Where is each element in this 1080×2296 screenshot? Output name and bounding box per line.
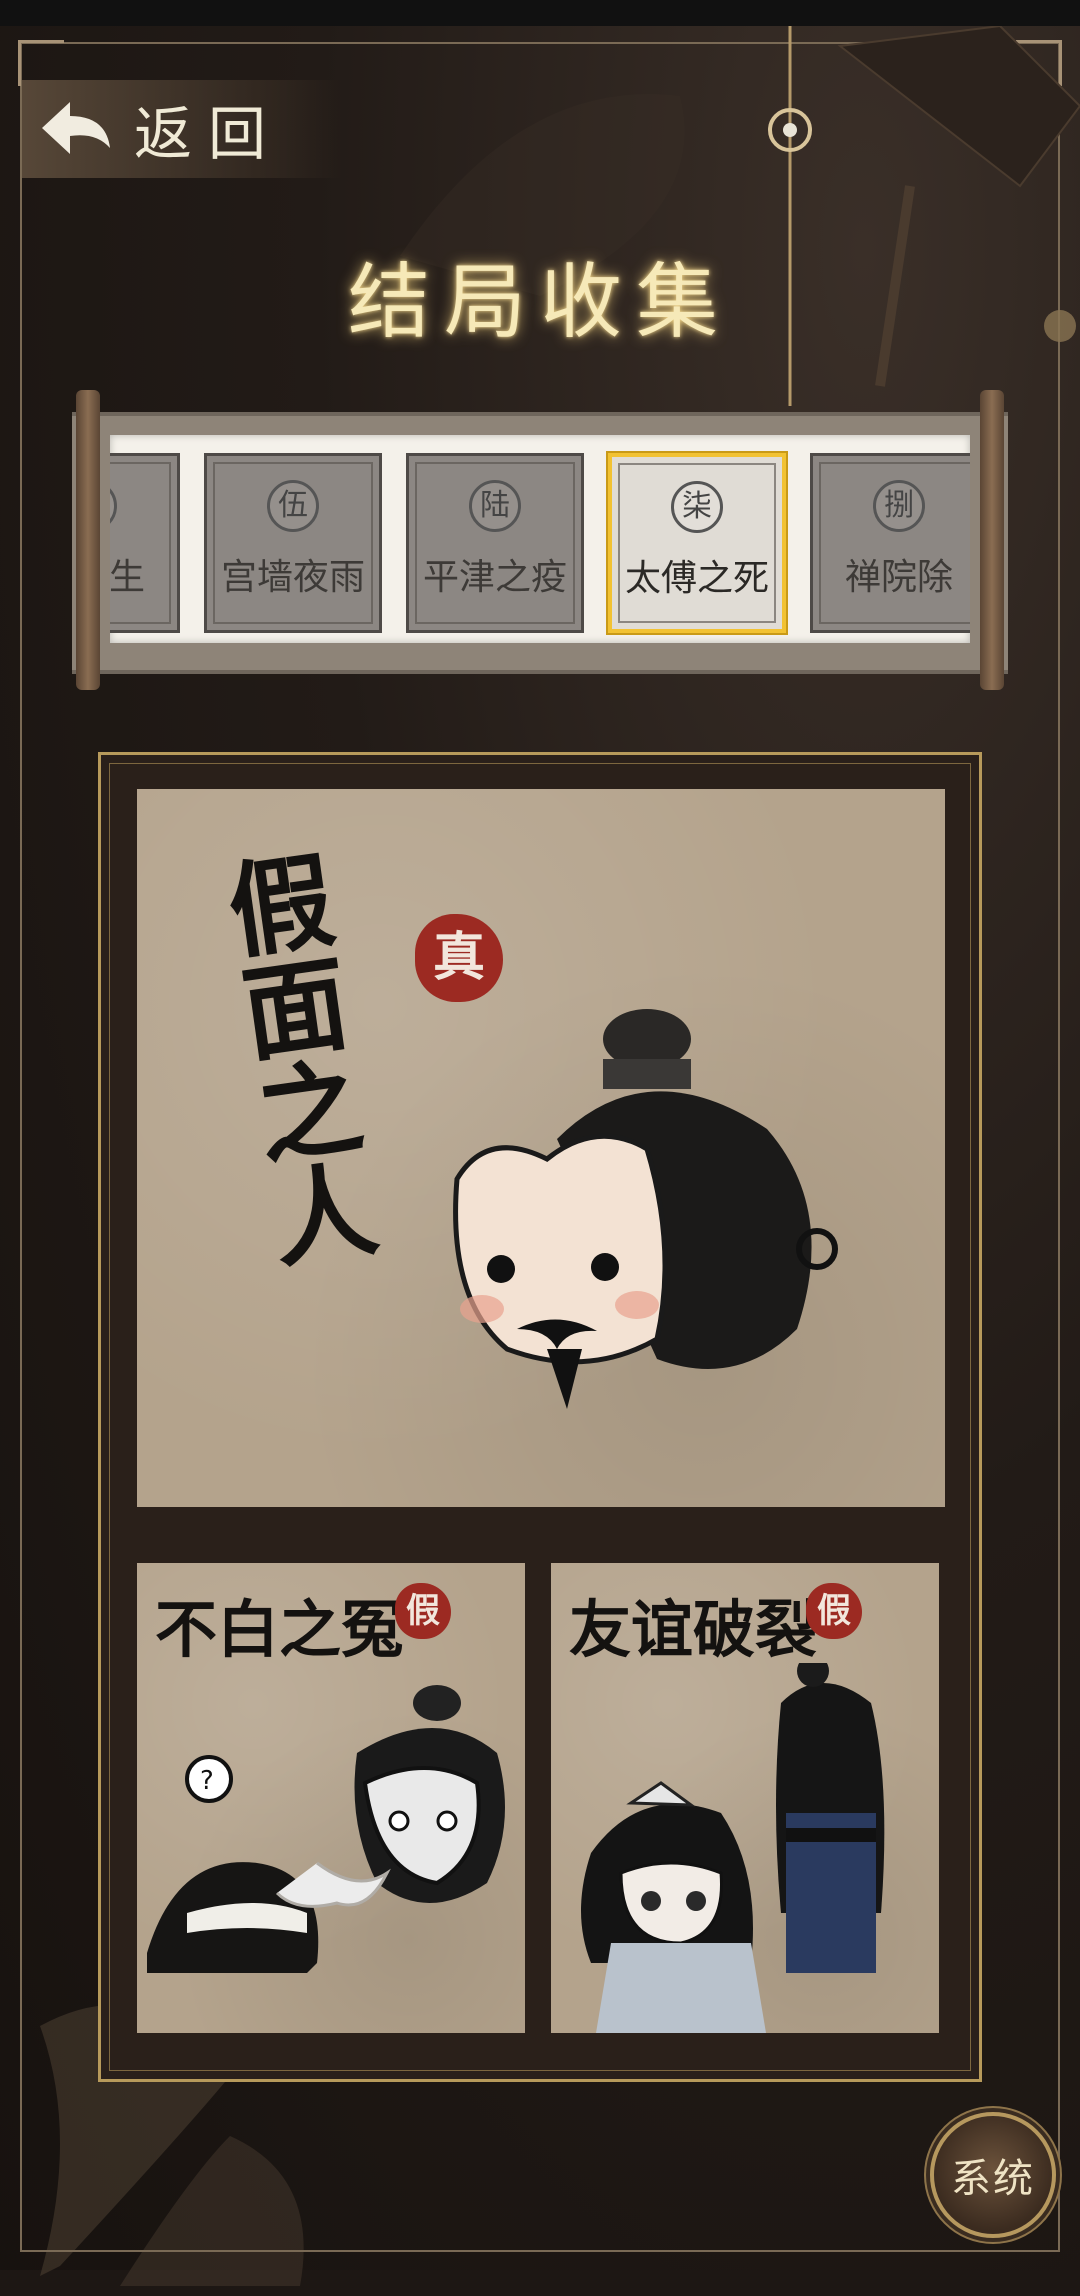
system-menu-button[interactable]: 系统 bbox=[930, 2112, 1056, 2238]
chapter-title: 平津之疫 bbox=[422, 557, 567, 598]
false-ending-seal: 假 bbox=[806, 1583, 862, 1639]
ending-card-main[interactable]: 假面之人 真 bbox=[137, 789, 945, 1507]
svg-text:?: ? bbox=[200, 1766, 214, 1796]
chapter-card[interactable]: 捌 禅院除 bbox=[810, 453, 970, 633]
chapter-title: 太傅之死 bbox=[624, 558, 769, 599]
chapter-selector[interactable]: 肆 莲托生 伍 宫墙夜雨 陆 平津之疫 柒 太傅之死 捌 禅院除 bbox=[110, 435, 970, 643]
chapter-card[interactable]: 伍 宫墙夜雨 bbox=[204, 453, 382, 633]
friends-split-illustration bbox=[581, 1663, 885, 2033]
chapter-card-list: 肆 莲托生 伍 宫墙夜雨 陆 平津之疫 柒 太傅之死 捌 禅院除 bbox=[110, 453, 970, 633]
chapter-title: 禅院除 bbox=[844, 557, 953, 598]
chapter-number-badge: 捌 bbox=[873, 480, 925, 532]
back-arrow-icon bbox=[42, 102, 110, 154]
chapter-number-badge: 伍 bbox=[267, 480, 319, 532]
back-button[interactable]: 返回 bbox=[22, 80, 342, 178]
chapter-card[interactable]: 陆 平津之疫 bbox=[406, 453, 584, 633]
false-ending-seal: 假 bbox=[395, 1583, 451, 1639]
scroll-rod-left bbox=[76, 390, 100, 690]
scroll-rod-right bbox=[980, 390, 1004, 690]
back-label: 返回 bbox=[134, 100, 283, 168]
ending-card-alt1[interactable]: 不白之冤 假 ? bbox=[137, 1563, 525, 2033]
chapter-title: 莲托生 bbox=[110, 557, 145, 598]
ending-title: 不白之冤 bbox=[155, 1593, 404, 1666]
chapter-card[interactable]: 肆 莲托生 bbox=[110, 453, 180, 633]
true-ending-seal: 真 bbox=[415, 914, 503, 1002]
chapter-title: 宫墙夜雨 bbox=[220, 557, 365, 598]
chapter-number-badge: 柒 bbox=[671, 481, 723, 533]
ending-title: 假面之人 bbox=[203, 844, 384, 1274]
scholar-ghost-illustration: ? bbox=[147, 1685, 505, 1973]
status-bar bbox=[0, 0, 1080, 26]
chapter-number-badge: 陆 bbox=[469, 480, 521, 532]
chapter-number-badge: 肆 bbox=[110, 480, 117, 532]
taifu-character-illustration bbox=[453, 1009, 838, 1409]
system-menu-label: 系统 bbox=[951, 2156, 1035, 2202]
chapter-card-selected[interactable]: 柒 太傅之死 bbox=[608, 453, 786, 633]
page-title: 结局收集 bbox=[347, 255, 732, 350]
ending-card-alt2[interactable]: 友谊破裂 假 bbox=[551, 1563, 939, 2033]
ending-title: 友谊破裂 bbox=[569, 1593, 818, 1666]
